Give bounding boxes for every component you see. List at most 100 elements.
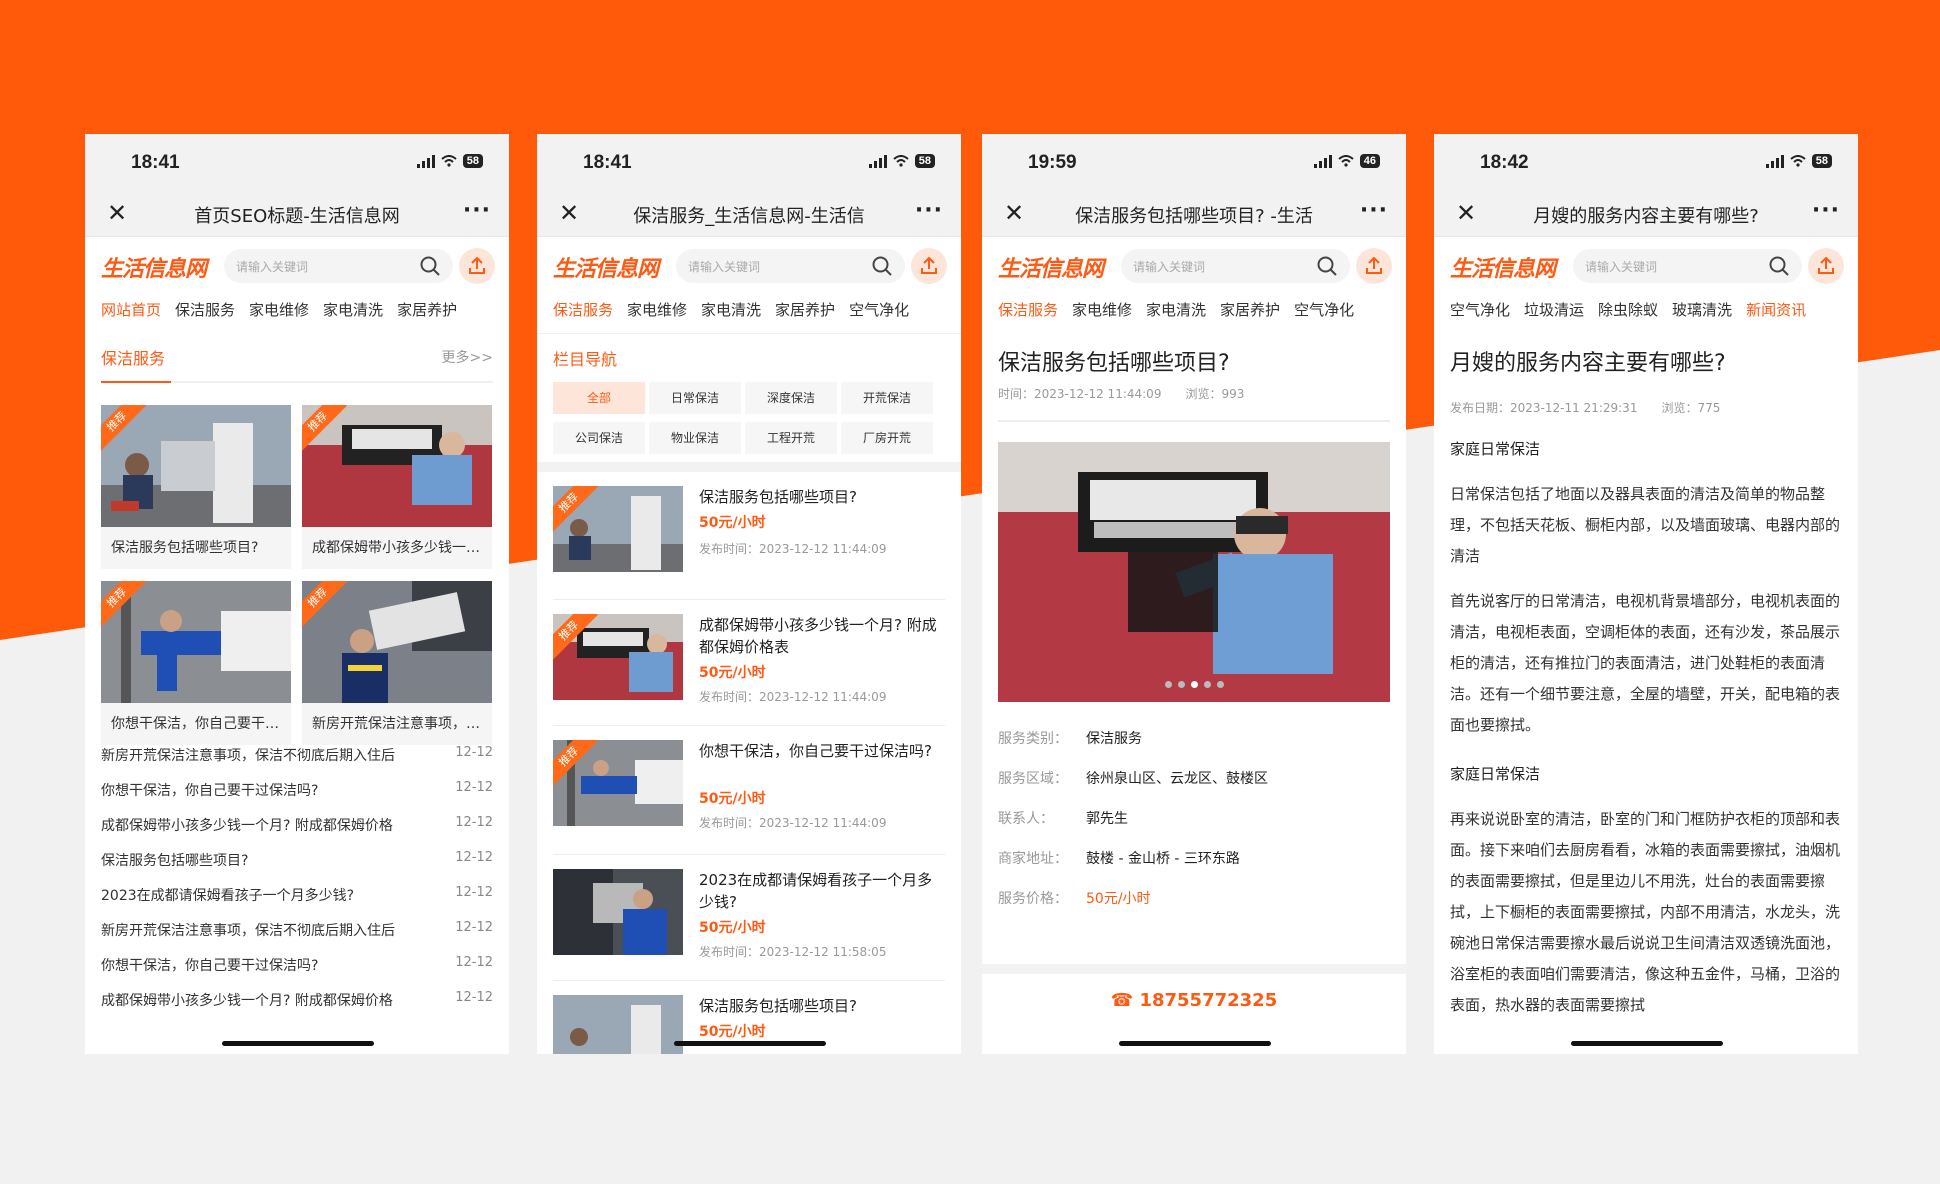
service-card[interactable]: 推荐 保洁服务包括哪些项目? — [101, 405, 291, 569]
listing-item[interactable]: 2023在成都请保姆看孩子一个月多少钱? 50元/小时 发布时间：2023-12… — [553, 855, 945, 981]
cat-item[interactable]: 空气净化 — [1294, 293, 1354, 327]
list-item[interactable]: 新房开荒保洁注意事项，保洁不彻底后期入住后 12-12 — [101, 912, 493, 947]
service-card[interactable]: 推荐 成都保姆带小孩多少钱一个月? — [302, 405, 492, 569]
carousel-dot[interactable] — [1203, 681, 1211, 688]
site-logo[interactable]: 生活信息网 — [101, 251, 207, 283]
search-icon[interactable] — [1316, 255, 1338, 277]
close-icon[interactable]: ✕ — [1000, 199, 1028, 227]
listing-item[interactable]: 推荐 成都保姆带小孩多少钱一个月? 附成都保姆价格表 50元/小时 发布时间：2… — [553, 600, 945, 726]
list-item[interactable]: 新房开荒保洁注意事项，保洁不彻底后期入住后 12-12 — [101, 737, 493, 772]
signal-icon — [1313, 154, 1332, 168]
phone-screen-detail: 19:59 46 ✕ 保洁服务包括哪些项目? -生活 ··· 生活信息网 请输入… — [982, 134, 1406, 1054]
page-title: 月嫂的服务内容主要有哪些? — [1533, 206, 1759, 227]
home-indicator[interactable] — [1571, 1041, 1723, 1046]
info-row: 服务区域： 徐州泉山区、云龙区、鼓楼区 — [998, 771, 1268, 787]
cat-item[interactable]: 家电清洗 — [323, 293, 383, 327]
search-input[interactable]: 请输入关键词 — [676, 249, 905, 283]
category-nav: 保洁服务 家电维修 家电清洗 家居养护 空气净化 — [537, 293, 961, 333]
article-title: 月嫂的服务内容主要有哪些? — [1450, 351, 1726, 376]
cat-item[interactable]: 空气净化 — [849, 293, 909, 327]
cat-item[interactable]: 家电维修 — [627, 293, 687, 327]
cat-item-news[interactable]: 新闻资讯 — [1746, 293, 1806, 327]
search-icon[interactable] — [419, 255, 441, 277]
more-icon[interactable]: ··· — [1812, 198, 1840, 223]
search-icon[interactable] — [871, 255, 893, 277]
cat-item-cleaning[interactable]: 保洁服务 — [998, 293, 1058, 327]
more-link[interactable]: 更多>> — [442, 347, 493, 367]
filter-chip[interactable]: 工程开荒 — [745, 422, 837, 454]
search-placeholder: 请输入关键词 — [1133, 260, 1206, 274]
search-icon[interactable] — [1768, 255, 1790, 277]
home-indicator[interactable] — [674, 1041, 826, 1046]
list-item[interactable]: 2023在成都请保姆看孩子一个月多少钱? 12-12 — [101, 877, 493, 912]
filter-chip[interactable]: 物业保洁 — [649, 422, 741, 454]
call-button[interactable]: ☎ 18755772325 — [1111, 990, 1277, 1011]
cat-item[interactable]: 家居养护 — [1220, 293, 1280, 327]
list-item[interactable]: 保洁服务包括哪些项目? 12-12 — [101, 842, 493, 877]
search-input[interactable]: 请输入关键词 — [224, 249, 453, 283]
more-icon[interactable]: ··· — [915, 198, 943, 223]
filter-chip[interactable]: 开荒保洁 — [841, 382, 933, 414]
status-bar: 19:59 46 — [982, 134, 1406, 190]
article-heading: 家庭日常保洁 — [1450, 440, 1541, 458]
filter-chip[interactable]: 深度保洁 — [745, 382, 837, 414]
article-body: 家庭日常保洁 日常保洁包括了地面以及器具表面的清洁及简单的物品整理，不包括天花板… — [1434, 434, 1858, 1021]
more-icon[interactable]: ··· — [463, 198, 491, 223]
carousel-dot[interactable] — [1164, 681, 1172, 688]
cat-item[interactable]: 空气净化 — [1450, 293, 1510, 327]
listing-date: 发布时间：2023-12-12 11:44:09 — [699, 542, 887, 556]
cat-item-cleaning[interactable]: 保洁服务 — [553, 293, 613, 327]
cat-item[interactable]: 家居养护 — [397, 293, 457, 327]
site-logo[interactable]: 生活信息网 — [1450, 251, 1556, 283]
list-item[interactable]: 你想干保洁，你自己要干过保洁吗? 12-12 — [101, 947, 493, 982]
filter-chips: 全部 日常保洁 深度保洁 开荒保洁公司保洁 物业保洁 工程开荒 厂房开荒 — [553, 382, 945, 462]
filter-chip[interactable]: 日常保洁 — [649, 382, 741, 414]
close-icon[interactable]: ✕ — [555, 199, 583, 227]
cat-item[interactable]: 除虫除蚁 — [1598, 293, 1658, 327]
filter-chip[interactable]: 厂房开荒 — [841, 422, 933, 454]
carousel-dot[interactable] — [1177, 681, 1185, 688]
search-input[interactable]: 请输入关键词 — [1573, 249, 1802, 283]
share-button[interactable] — [1356, 248, 1392, 284]
image-carousel[interactable] — [998, 442, 1390, 702]
cat-item[interactable]: 家电维修 — [1072, 293, 1132, 327]
carousel-dot-active[interactable] — [1190, 681, 1198, 688]
close-icon[interactable]: ✕ — [103, 199, 131, 227]
search-placeholder: 请输入关键词 — [1585, 260, 1658, 274]
listing-price: 50元/小时 — [699, 920, 766, 936]
search-input[interactable]: 请输入关键词 — [1121, 249, 1350, 283]
site-logo[interactable]: 生活信息网 — [553, 251, 659, 283]
filter-chip[interactable]: 公司保洁 — [553, 422, 645, 454]
home-indicator[interactable] — [1119, 1041, 1271, 1046]
browser-nav-bar: ✕ 保洁服务包括哪些项目? -生活 ··· — [982, 190, 1406, 237]
site-logo[interactable]: 生活信息网 — [998, 251, 1104, 283]
close-icon[interactable]: ✕ — [1452, 199, 1480, 227]
list-item[interactable]: 你想干保洁，你自己要干过保洁吗? 12-12 — [101, 772, 493, 807]
battery-icon: 58 — [1811, 154, 1832, 168]
cat-item[interactable]: 玻璃清洗 — [1672, 293, 1732, 327]
service-card[interactable]: 推荐 新房开荒保洁注意事项，保洁不彻底后期入住后 — [302, 581, 492, 745]
service-card[interactable]: 推荐 你想干保洁，你自己要干过保洁吗? — [101, 581, 291, 745]
cat-item[interactable]: 家电清洗 — [701, 293, 761, 327]
more-icon[interactable]: ··· — [1360, 198, 1388, 223]
cat-item-home[interactable]: 网站首页 — [101, 293, 161, 327]
cat-item[interactable]: 家电清洗 — [1146, 293, 1206, 327]
cat-item[interactable]: 家居养护 — [775, 293, 835, 327]
upload-icon — [1366, 256, 1382, 274]
list-item[interactable]: 成都保姆带小孩多少钱一个月? 附成都保姆价格 12-12 — [101, 982, 493, 1017]
filter-chip-all[interactable]: 全部 — [553, 382, 645, 414]
cat-item[interactable]: 保洁服务 — [175, 293, 235, 327]
listing-item[interactable]: 推荐 你想干保洁，你自己要干过保洁吗? 50元/小时 发布时间：2023-12-… — [553, 726, 945, 855]
phone-screen-home: 18:41 58 ✕ 首页SEO标题-生活信息网 ··· 生活信息网 请输入关键… — [85, 134, 509, 1054]
carousel-dot[interactable] — [1216, 681, 1224, 688]
share-button[interactable] — [911, 248, 947, 284]
home-indicator[interactable] — [222, 1041, 374, 1046]
share-button[interactable] — [459, 248, 495, 284]
call-bar[interactable]: ☎ 18755772325 — [982, 964, 1406, 1034]
list-item[interactable]: 成都保姆带小孩多少钱一个月? 附成都保姆价格 12-12 — [101, 807, 493, 842]
share-button[interactable] — [1808, 248, 1844, 284]
cat-item[interactable]: 家电维修 — [249, 293, 309, 327]
battery-icon: 58 — [914, 154, 935, 168]
listing-item[interactable]: 推荐 保洁服务包括哪些项目? 50元/小时 发布时间：2023-12-12 11… — [553, 472, 945, 600]
cat-item[interactable]: 垃圾清运 — [1524, 293, 1584, 327]
